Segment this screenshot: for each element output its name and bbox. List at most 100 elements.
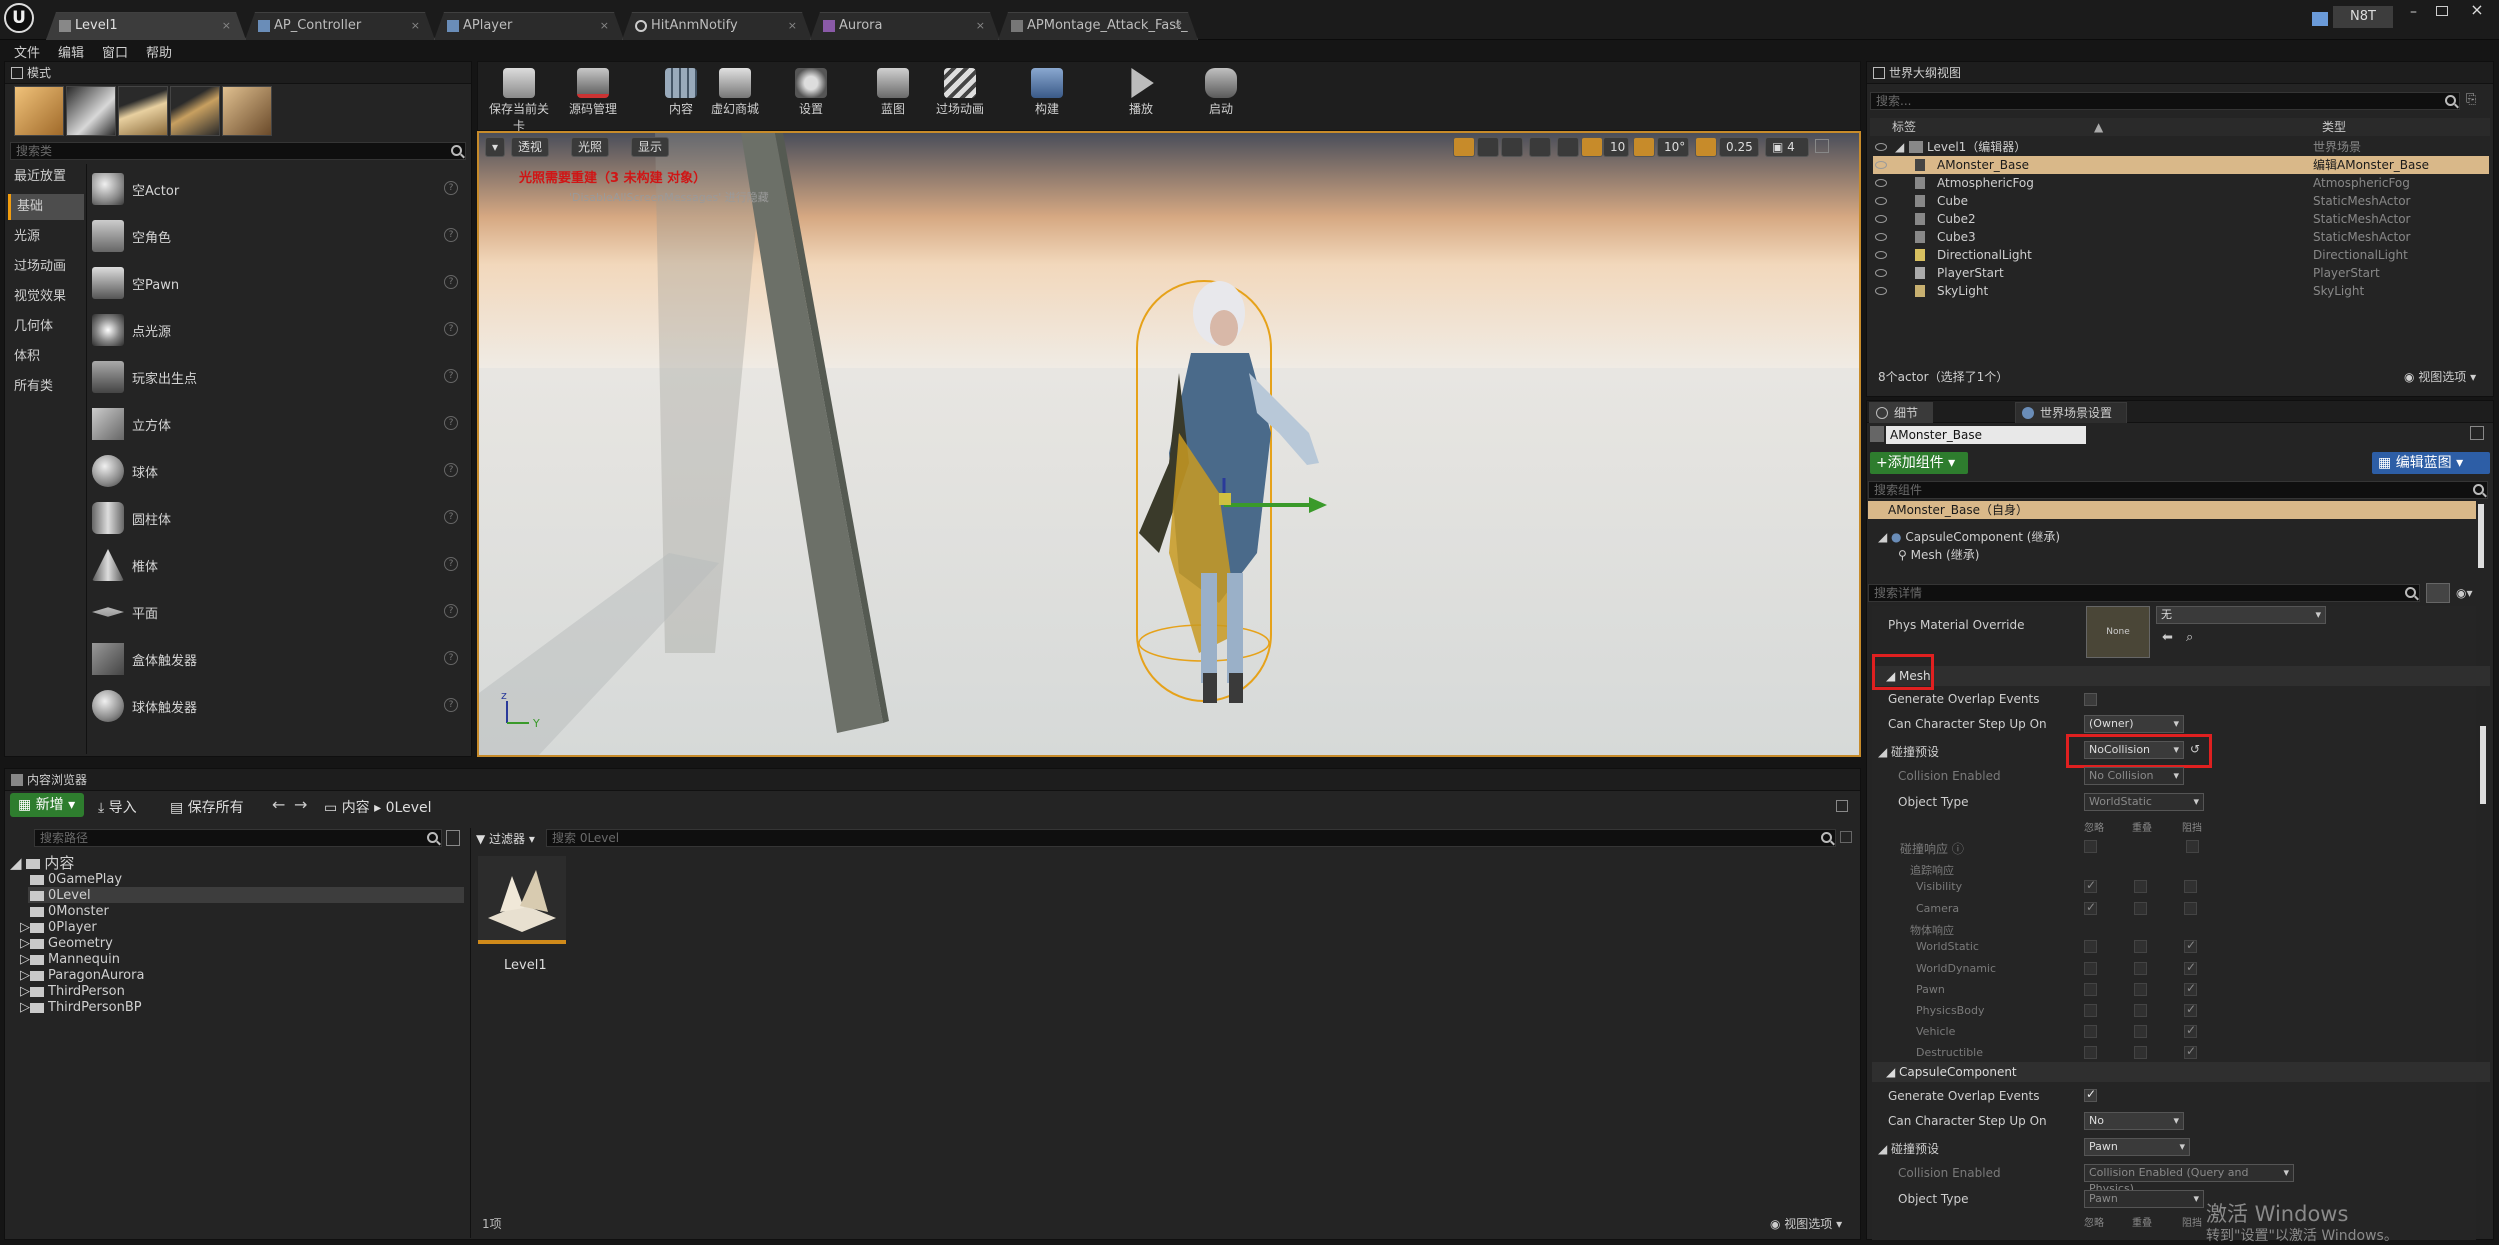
foliage-mode-icon[interactable] (170, 86, 220, 136)
category-cinematic[interactable]: 过场动画 (8, 254, 84, 280)
outliner-row[interactable]: SkyLight SkyLight (1873, 282, 2489, 300)
mesh-section-header[interactable]: ◢ Mesh (1872, 666, 2490, 686)
menu-edit[interactable]: 编辑 (58, 42, 84, 61)
breadcrumb-root[interactable]: 内容 (342, 800, 370, 816)
help-icon[interactable]: ? (444, 510, 458, 524)
mesh-generate-overlap-checkbox[interactable] (2084, 693, 2097, 706)
visibility-eye-icon[interactable] (1875, 287, 1887, 295)
place-item[interactable]: 点光源? (88, 306, 468, 354)
viewport-options-button[interactable]: ▾ (485, 137, 505, 157)
close-icon[interactable]: × (411, 13, 420, 39)
path-view-options-icon[interactable] (446, 830, 460, 846)
visibility-eye-icon[interactable] (1875, 251, 1887, 259)
category-geometry[interactable]: 几何体 (8, 314, 84, 340)
capsule-generate-overlap-checkbox[interactable] (2084, 1087, 2097, 1102)
scale-snap-icon[interactable] (1695, 137, 1717, 157)
actor-name-input[interactable]: AMonster_Base (1886, 426, 2086, 444)
play-button[interactable]: 播放 (1106, 68, 1176, 122)
component-tree-mesh[interactable]: ⚲ Mesh (继承) (1898, 546, 1979, 563)
outliner-row[interactable]: AtmosphericFog AtmosphericFog (1873, 174, 2489, 192)
category-visual-effects[interactable]: 视觉效果 (8, 284, 84, 310)
lock-icon[interactable] (1836, 800, 1848, 812)
outliner-row-selected[interactable]: AMonster_Base 编辑AMonster_Base (1873, 156, 2489, 174)
folder-item[interactable]: 0GamePlay (30, 872, 122, 887)
visibility-eye-icon[interactable] (1875, 269, 1887, 277)
rotation-snap-icon[interactable] (1633, 137, 1655, 157)
place-item[interactable]: 空Pawn? (88, 259, 468, 307)
breadcrumb-leaf[interactable]: 0Level (386, 800, 432, 816)
visibility-eye-icon[interactable] (1875, 197, 1887, 205)
outliner-row[interactable]: PlayerStart PlayerStart (1873, 264, 2489, 282)
asset-thumbnail-level1[interactable] (478, 856, 566, 944)
show-button[interactable]: 显示 (631, 137, 670, 157)
outliner-view-options-button[interactable]: ◉ 视图选项 ▾ (2404, 368, 2476, 385)
save-search-icon[interactable] (1840, 831, 1852, 843)
category-recent[interactable]: 最近放置 (8, 164, 84, 190)
place-item[interactable]: 立方体? (88, 400, 468, 448)
grid-snap-value[interactable]: 10 (1603, 137, 1629, 157)
visibility-eye-icon[interactable] (1875, 161, 1887, 169)
camera-speed-button[interactable]: ▣ 4 (1765, 137, 1809, 157)
help-icon[interactable]: ? (444, 463, 458, 477)
help-icon[interactable]: ? (444, 369, 458, 383)
menu-help[interactable]: 帮助 (146, 42, 172, 61)
close-icon[interactable]: × (1174, 13, 1183, 39)
path-search-input[interactable]: 搜索路径 (34, 829, 442, 847)
outliner-row[interactable]: Cube3 StaticMeshActor (1873, 228, 2489, 246)
forward-arrow-icon[interactable]: → (294, 795, 307, 814)
back-arrow-icon[interactable]: ← (272, 795, 285, 814)
capsule-step-up-dropdown[interactable]: No (2084, 1112, 2184, 1130)
help-icon[interactable]: ? (444, 604, 458, 618)
place-item[interactable]: 空Actor? (88, 165, 468, 213)
outliner-search-input[interactable]: 搜索... (1870, 92, 2460, 110)
component-tree-self[interactable]: AMonster_Base（自身） (1868, 501, 2476, 519)
visibility-eye-icon[interactable] (1875, 143, 1887, 151)
scale-mode-icon[interactable] (1501, 137, 1523, 157)
menu-file[interactable]: 文件 (14, 42, 40, 61)
cinematics-button[interactable]: 过场动画 (925, 68, 995, 122)
help-icon[interactable]: ? (444, 698, 458, 712)
component-tree-capsule[interactable]: ◢ ● CapsuleComponent (继承) (1878, 528, 2060, 545)
filters-button[interactable]: ▼ 过滤器 ▾ (476, 830, 535, 847)
folder-root[interactable]: ◢ 内容 (10, 852, 74, 873)
folder-item[interactable]: ▷ ThirdPerson (20, 984, 125, 999)
details-scrollbar[interactable] (2480, 726, 2486, 804)
create-folder-icon[interactable]: ⎘ (2466, 92, 2482, 108)
help-icon[interactable]: ? (444, 181, 458, 195)
marketplace-button[interactable]: 虚幻商城 (700, 68, 770, 122)
launch-button[interactable]: 启动 (1186, 68, 1256, 122)
build-button[interactable]: 构建 (1012, 68, 1082, 122)
maximize-viewport-icon[interactable] (1815, 139, 1829, 153)
tab-hitanmnotify[interactable]: HitAnmNotify × (622, 12, 812, 40)
rotate-mode-icon[interactable] (1477, 137, 1499, 157)
surface-snap-icon[interactable] (1557, 137, 1579, 157)
lit-button[interactable]: 光照 (571, 137, 610, 157)
folder-item[interactable]: 0Monster (30, 904, 109, 919)
translate-mode-icon[interactable] (1453, 137, 1475, 157)
tab-apmontage[interactable]: APMontage_Attack_Fast_ × (998, 12, 1198, 40)
category-basic[interactable]: 基础 (8, 194, 84, 220)
component-tree-scrollbar[interactable] (2478, 504, 2484, 568)
minimize-icon[interactable]: – (2410, 4, 2430, 20)
menu-window[interactable]: 窗口 (102, 42, 128, 61)
help-icon[interactable]: ? (444, 322, 458, 336)
place-item[interactable]: 椎体? (88, 541, 468, 589)
folder-item[interactable]: ▷ Mannequin (20, 952, 120, 967)
column-type[interactable]: 类型 (2322, 118, 2346, 136)
geometry-mode-icon[interactable] (222, 86, 272, 136)
place-mode-icon[interactable] (14, 86, 64, 136)
grid-snap-icon[interactable] (1581, 137, 1603, 157)
outliner-row[interactable]: ◢ Level1（编辑器） 世界场景 (1873, 138, 2489, 156)
help-icon[interactable]: ? (444, 228, 458, 242)
row-type[interactable]: 编辑AMonster_Base (2313, 156, 2429, 174)
outliner-row[interactable]: DirectionalLight DirectionalLight (1873, 246, 2489, 264)
outliner-row[interactable]: Cube StaticMeshActor (1873, 192, 2489, 210)
place-item[interactable]: 盒体触发器? (88, 635, 468, 683)
visibility-eye-icon[interactable] (1875, 215, 1887, 223)
save-level-button[interactable]: 保存当前关卡 (484, 68, 554, 133)
window-close-icon[interactable]: × (2464, 0, 2490, 20)
settings-button[interactable]: 设置 (776, 68, 846, 122)
place-item[interactable]: 圆柱体? (88, 494, 468, 542)
help-icon[interactable]: ? (444, 651, 458, 665)
close-icon[interactable]: × (788, 13, 797, 39)
